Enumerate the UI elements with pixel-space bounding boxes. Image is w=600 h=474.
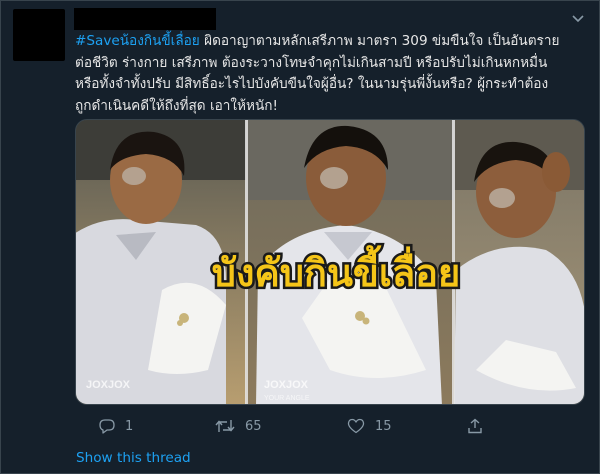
tweet-text: #Saveน้องกินขี้เลื่อย ผิดอาญาตามหลักเสรี…	[75, 31, 585, 117]
like-icon	[347, 418, 365, 434]
share-icon	[468, 418, 482, 434]
watermark-middle: JOXJOX	[264, 379, 309, 391]
retweet-count: 65	[245, 418, 262, 434]
redacted-author-name	[74, 8, 216, 30]
tweet-media[interactable]: JOXJOX JOXJOX YOUR ANGLE บังคับกินขี้เลื…	[75, 119, 585, 405]
reply-button[interactable]: 1	[99, 415, 133, 437]
reply-count: 1	[125, 418, 134, 434]
avatar[interactable]	[13, 9, 65, 61]
reply-icon	[99, 419, 115, 434]
tweet-card[interactable]: #Saveน้องกินขี้เลื่อย ผิดอาญาตามหลักเสรี…	[0, 0, 600, 474]
like-count: 15	[375, 418, 392, 434]
chevron-down-icon	[572, 15, 584, 23]
retweet-icon	[215, 420, 235, 432]
media-overlay-text: บังคับกินขี้เลื่อย	[212, 245, 461, 295]
media-image: JOXJOX JOXJOX YOUR ANGLE บังคับกินขี้เลื…	[76, 120, 584, 404]
watermark-left: JOXJOX	[86, 379, 131, 391]
like-button[interactable]: 15	[347, 415, 392, 437]
hashtag-link[interactable]: #Saveน้องกินขี้เลื่อย	[75, 33, 200, 49]
watermark-sub: YOUR ANGLE	[264, 395, 310, 402]
more-options-button[interactable]	[567, 10, 589, 28]
share-button[interactable]	[467, 415, 493, 437]
show-thread-link[interactable]: Show this thread	[76, 450, 191, 466]
tweet-actions: 1 65 15	[75, 415, 585, 437]
photo-panel-right	[454, 120, 584, 404]
retweet-button[interactable]: 65	[215, 415, 262, 437]
